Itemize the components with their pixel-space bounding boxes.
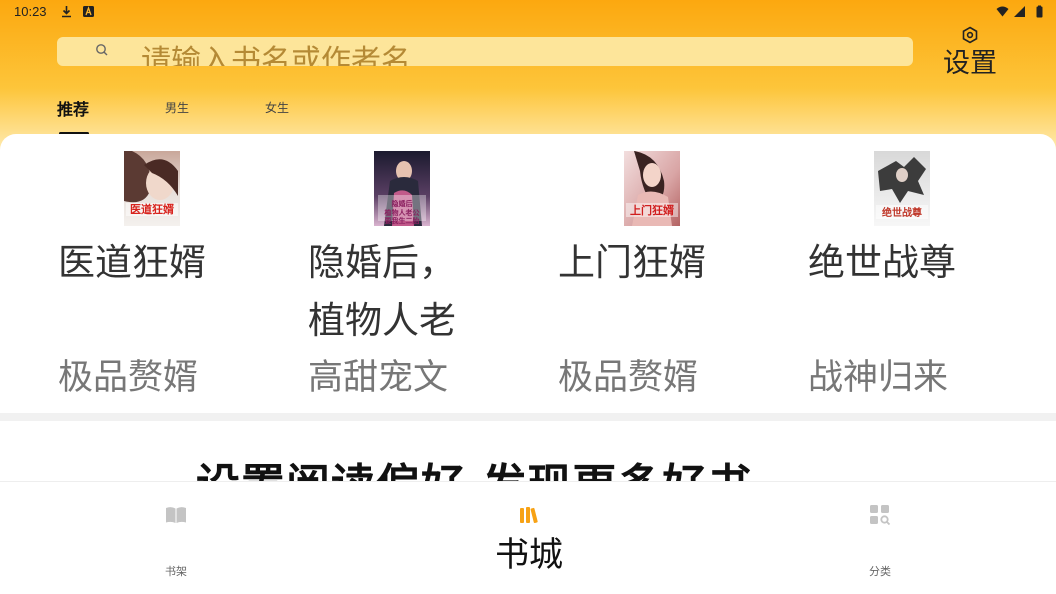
book-item[interactable]: 上门狂婿 上门狂婿 极品赘婿 (558, 150, 758, 410)
book-title: 上门狂婿 (558, 241, 706, 284)
nav-label: 分类 (869, 565, 891, 578)
book-title: 隐婚后，植物人老 (308, 241, 456, 342)
section-divider (0, 413, 1056, 421)
settings-label: 设置 (943, 48, 997, 79)
nav-label: 书城 (495, 535, 563, 575)
book-cover[interactable]: 医道狂婿 (124, 151, 180, 226)
book-open-icon (166, 507, 186, 523)
nav-bookstore[interactable]: 书城 (429, 482, 629, 594)
book-item[interactable]: 隐婚后 植物人老公 要我生二胎 隐婚后，植物人老 高甜宠文 (308, 150, 508, 410)
signal-icon (1014, 6, 1025, 17)
search-input[interactable]: 请输入书名或作者名 (57, 37, 913, 66)
wifi-icon (996, 6, 1009, 17)
svg-text:绝世战尊: 绝世战尊 (882, 206, 922, 219)
svg-text:植物人老公: 植物人老公 (384, 208, 420, 217)
search-icon (96, 44, 108, 56)
book-cover[interactable]: 绝世战尊 (874, 151, 930, 226)
banner-text: 设置阅读偏好 发现更多好书 (196, 449, 752, 481)
book-genre: 高甜宠文 (308, 358, 449, 398)
category-grid-icon (870, 505, 891, 525)
bottom-navigation: 书架 书城 分类 (0, 481, 1056, 594)
book-genre: 极品赘婿 (58, 358, 199, 398)
book-title: 医道狂婿 (58, 241, 206, 284)
svg-text:医道狂婿: 医道狂婿 (130, 202, 175, 216)
nav-label: 书架 (165, 565, 187, 578)
tab-recommend[interactable]: 推荐 (57, 96, 89, 120)
nav-category[interactable]: 分类 (780, 482, 980, 594)
book-item[interactable]: 医道狂婿 医道狂婿 极品赘婿 (58, 150, 258, 410)
book-item[interactable]: 绝世战尊 绝世战尊 战神归来 (808, 150, 1008, 410)
status-time: 10:23 (14, 4, 47, 19)
a-notification-icon (83, 6, 94, 17)
status-bar: 10:23 (0, 0, 1056, 24)
settings-icon (962, 26, 978, 44)
battery-icon (1036, 5, 1043, 18)
book-title: 绝世战尊 (808, 241, 956, 284)
category-tabs: 推荐 男生 女生 (0, 90, 1056, 136)
reading-preference-banner[interactable]: 设置阅读偏好 发现更多好书 (0, 421, 1056, 481)
tab-female[interactable]: 女生 (265, 99, 289, 116)
svg-text:上门狂婿: 上门狂婿 (630, 203, 675, 217)
nav-bookshelf[interactable]: 书架 (76, 482, 276, 594)
book-cover[interactable]: 上门狂婿 (624, 151, 680, 226)
svg-text:隐婚后: 隐婚后 (392, 199, 413, 208)
search-placeholder: 请输入书名或作者名 (141, 44, 411, 66)
book-cover[interactable]: 隐婚后 植物人老公 要我生二胎 (374, 151, 430, 226)
tab-male[interactable]: 男生 (165, 99, 189, 116)
book-genre: 战神归来 (808, 358, 949, 398)
book-genre: 极品赘婿 (558, 358, 699, 398)
bookstore-icon (520, 507, 538, 524)
svg-text:要我生二胎: 要我生二胎 (385, 216, 420, 225)
download-icon (62, 6, 71, 18)
settings-button[interactable]: 设置 (936, 24, 1004, 86)
